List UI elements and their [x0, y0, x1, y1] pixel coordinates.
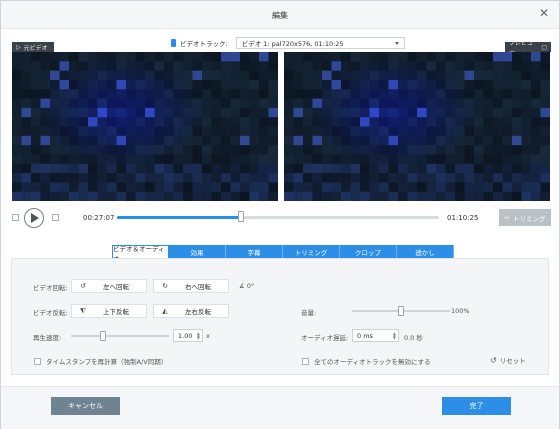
flip-vertical-button[interactable]: ⧨ 上下反転 — [71, 304, 147, 318]
volume-slider-thumb[interactable] — [398, 306, 404, 316]
end-time: 01:10:25 — [447, 214, 479, 222]
rotate-left-label: 左へ回転 — [103, 283, 129, 291]
edit-dialog: 編集 ✕ ビデオトラック: ビデオ 1: pal720x576, 01:10:2… — [0, 0, 560, 429]
disable-audio-label: 全てのオーディオトラックを無効にする — [314, 358, 431, 366]
flip-vertical-icon: ⧨ — [79, 306, 87, 315]
timestamp-checkbox[interactable] — [34, 357, 41, 365]
play-button[interactable] — [24, 208, 44, 228]
audio-delay-stepper-icon[interactable]: ▲ ▼ — [393, 331, 396, 340]
speed-input[interactable]: 1.00 ▲ ▼ — [173, 329, 203, 342]
tab-crop[interactable]: クロップ — [340, 245, 397, 259]
prev-frame-icon[interactable] — [12, 214, 19, 221]
volume-label: 音量: — [301, 309, 317, 317]
trim-button[interactable]: ✂ トリミング — [499, 209, 551, 226]
video-track-icon — [171, 39, 176, 47]
flip-vertical-label: 上下反転 — [103, 308, 129, 316]
video-track-select[interactable]: ビデオ 1: pal720x576, 01:10:25 — [235, 37, 405, 49]
speed-label: 再生速度: — [33, 334, 62, 342]
play-triangle-icon: ▷ — [16, 43, 21, 51]
original-video-tag: ▷ 元ビデオ — [12, 42, 54, 52]
flip-horizontal-icon: ◭ — [162, 307, 168, 315]
trim-button-label: トリミング — [512, 214, 546, 223]
flip-label: ビデオ反転: — [33, 309, 68, 317]
edit-tabs: ビデオ＆オーディオ 効果 字幕 トリミング クロップ 透かし — [112, 245, 454, 263]
rotation-angle: ∡ 0° — [239, 282, 254, 290]
angle-icon: ∡ — [239, 282, 247, 290]
current-time: 00:27:07 — [83, 214, 115, 222]
rotation-angle-value: 0° — [246, 282, 255, 290]
flip-horizontal-button[interactable]: ◭ 左右反転 — [153, 304, 229, 318]
speed-stepper-icon[interactable]: ▲ ▼ — [197, 331, 200, 340]
speed-slider-thumb[interactable] — [100, 331, 107, 341]
flip-horizontal-label: 左右反転 — [185, 308, 211, 316]
volume-value: 100% — [451, 307, 470, 315]
speed-slider[interactable] — [71, 331, 169, 341]
rotate-right-label: 右へ回転 — [185, 283, 211, 291]
cancel-button[interactable]: キャンセル — [51, 397, 120, 415]
preview-video-label: プレビュー — [509, 40, 534, 56]
tab-effects[interactable]: 効果 — [169, 245, 226, 259]
title-bar: 編集 ✕ — [1, 1, 559, 29]
original-video-pane — [12, 52, 278, 201]
reset-icon: ↺ — [490, 355, 497, 365]
speed-unit: x — [206, 332, 210, 340]
tab-trim[interactable]: トリミング — [283, 245, 340, 259]
original-video-label: 元ビデオ — [23, 44, 48, 52]
playback-controls: 00:27:07 01:10:25 ✂ トリミング — [11, 206, 551, 230]
rotate-right-icon: ↻ — [162, 282, 168, 290]
tab-subtitles[interactable]: 字幕 — [226, 245, 283, 259]
rotate-left-button[interactable]: ↺ 左へ回転 — [71, 279, 147, 293]
rotate-left-icon: ↺ — [80, 282, 86, 290]
original-video-frame — [12, 52, 278, 201]
close-icon[interactable]: ✕ — [539, 6, 549, 20]
done-button[interactable]: 完了 — [442, 397, 511, 415]
tab-video-audio[interactable]: ビデオ＆オーディオ — [112, 245, 169, 263]
chevron-down-icon — [394, 41, 399, 45]
video-audio-panel: ビデオ回転: ↺ 左へ回転 ↻ 右へ回転 ∡ 0° ビデオ反転: ⧨ 上下反転 … — [11, 258, 549, 375]
timeline-thumb[interactable] — [237, 211, 244, 222]
video-track-row: ビデオトラック: ビデオ 1: pal720x576, 01:10:25 — [171, 37, 405, 49]
disable-audio-checkbox[interactable] — [302, 357, 309, 365]
audio-delay-input[interactable]: 0 ms ▲ ▼ — [352, 329, 399, 342]
reset-label: リセット — [499, 357, 526, 365]
rotate-right-button[interactable]: ↻ 右へ回転 — [153, 279, 229, 293]
audio-delay-label: オーディオ遅延: — [301, 334, 349, 342]
scissors-icon: ✂ — [504, 213, 510, 222]
disable-audio-checkbox-row[interactable]: 全てのオーディオトラックを無効にする — [302, 356, 431, 366]
preview-video-frame — [284, 52, 550, 201]
preview-video-pane — [284, 52, 550, 201]
rotate-label: ビデオ回転: — [33, 284, 68, 292]
dialog-title: 編集 — [272, 11, 288, 20]
next-frame-icon[interactable] — [52, 214, 59, 221]
reset-button[interactable]: ↺ リセット — [490, 355, 526, 366]
timestamp-checkbox-row[interactable]: タイムスタンプを再計算（強制A/V同期） — [34, 356, 167, 366]
preview-video-tag: プレビュー ▢ — [505, 40, 551, 56]
timeline-slider[interactable] — [117, 211, 439, 222]
video-track-label: ビデオトラック: — [180, 40, 228, 48]
screenshot-icon[interactable]: ▢ — [541, 44, 547, 51]
audio-delay-value: 0 ms — [357, 331, 373, 340]
tab-watermark[interactable]: 透かし — [397, 245, 454, 259]
audio-delay-seconds: 0.0 秒 — [404, 334, 423, 342]
timeline-progress — [117, 216, 241, 219]
volume-slider[interactable] — [352, 306, 450, 316]
speed-value: 1.00 — [178, 331, 193, 340]
video-track-value: ビデオ 1: pal720x576, 01:10:25 — [241, 40, 344, 48]
timestamp-label: タイムスタンプを再計算（強制A/V同期） — [46, 358, 168, 366]
